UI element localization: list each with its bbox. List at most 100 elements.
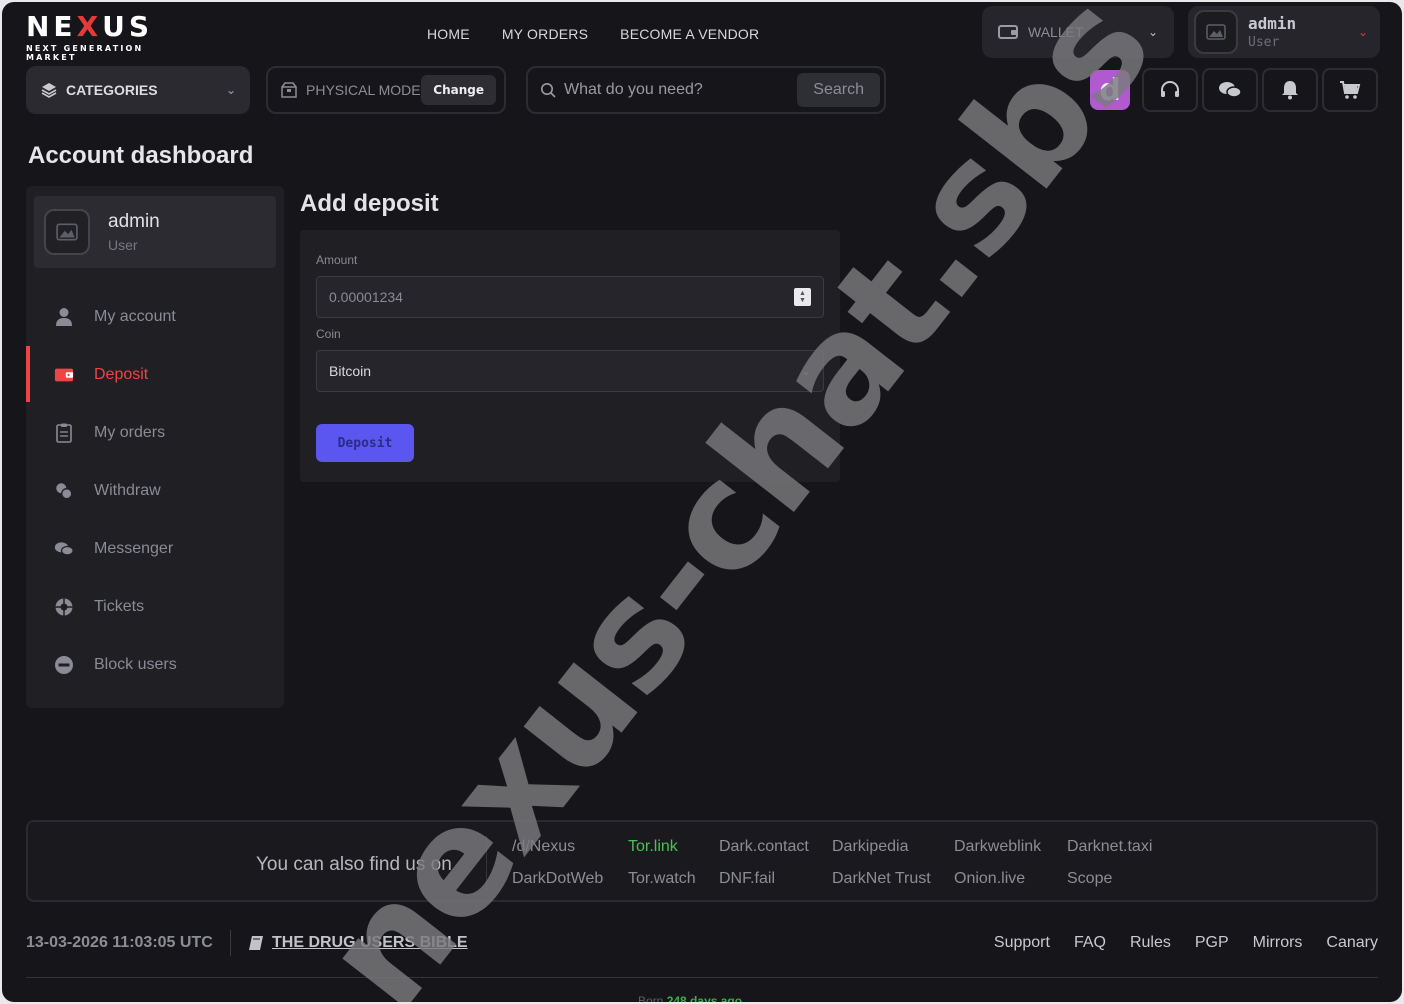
footer-link-pgp[interactable]: PGP [1195,934,1229,952]
sidebar-user-card: admin User [34,196,276,268]
link-darkipedia[interactable]: Darkipedia [832,838,908,856]
mode-label: PHYSICAL MODE [306,82,421,98]
search-icon [541,83,556,98]
footer-link-mirrors[interactable]: Mirrors [1253,934,1303,952]
number-stepper-icon[interactable]: ▲ ▼ [794,288,811,306]
link-dark-contact[interactable]: Dark.contact [719,838,809,856]
link-scope[interactable]: Scope [1067,870,1112,888]
site-age: Born 248 days ago [638,994,743,1002]
bottom-bar: 13-03-2026 11:03:05 UTC THE DRUG USERS B… [26,930,1378,956]
nav-home[interactable]: HOME [427,26,470,42]
link-darknet-trust[interactable]: DarkNet Trust [832,870,931,888]
mode-switcher: PHYSICAL MODE Change [266,66,506,114]
user-role: User [1248,35,1280,50]
coins-icon [54,481,74,501]
categories-dropdown[interactable]: CATEGORIES ⌄ [26,66,250,114]
avatar [1194,10,1238,54]
dread-logo-icon: d [1090,70,1130,110]
footer-link-faq[interactable]: FAQ [1074,934,1106,952]
app-window: NEXUS NEXT GENERATION MARKET HOME MY ORD… [2,2,1402,1002]
search-input[interactable] [564,81,798,99]
coin-label: Coin [316,327,341,341]
chevron-down-icon: ⌄ [225,83,236,97]
footer-links: Support FAQ Rules PGP Mirrors Canary [994,934,1378,952]
footer-link-canary[interactable]: Canary [1326,934,1378,952]
link-dnf-fail[interactable]: DNF.fail [719,870,775,888]
user-icon [54,307,74,327]
search-button[interactable]: Search [797,73,880,107]
coin-select[interactable]: Bitcoin ⌄ [316,350,824,392]
sidebar-item-block-users[interactable]: Block users [26,636,284,694]
sidebar-item-deposit[interactable]: Deposit [26,346,284,404]
link-darkweblink[interactable]: Darkweblink [954,838,1041,856]
notifications-button[interactable] [1262,68,1318,112]
amount-input[interactable]: 0.00001234 ▲ ▼ [316,276,824,318]
search-bar: Search [526,66,886,114]
amount-label: Amount [316,253,358,267]
divider [486,836,487,890]
sidebar-item-my-account[interactable]: My account [26,288,284,346]
messages-button[interactable] [1202,68,1258,112]
coin-selected-value: Bitcoin [329,363,372,379]
account-sidebar: admin User My account Deposit My orders … [26,186,284,708]
footer-link-support[interactable]: Support [994,934,1050,952]
footer-link-rules[interactable]: Rules [1130,934,1171,952]
change-mode-button[interactable]: Change [421,75,496,105]
nav-become-vendor[interactable]: BECOME A VENDOR [620,26,759,42]
layers-icon [41,83,57,98]
find-us-label: You can also find us on [256,854,452,875]
deposit-button[interactable]: Deposit [316,424,414,462]
wallet-icon [998,25,1018,39]
link-d-nexus[interactable]: /d/Nexus [512,838,575,856]
box-icon [281,82,297,98]
amount-placeholder: 0.00001234 [329,289,403,305]
find-us-box: You can also find us on /d/Nexus Tor.lin… [26,820,1378,902]
top-nav: HOME MY ORDERS BECOME A VENDOR [427,26,759,42]
link-tor-link[interactable]: Tor.link [628,838,678,856]
bell-icon [1282,81,1298,100]
link-tor-watch[interactable]: Tor.watch [628,870,696,888]
support-button[interactable] [1142,68,1198,112]
divider [230,930,231,956]
link-darknet-taxi[interactable]: Darknet.taxi [1067,838,1152,856]
site-logo[interactable]: NEXUS NEXT GENERATION MARKET [26,10,196,63]
logo-tagline: NEXT GENERATION MARKET [26,44,144,62]
headset-icon [1161,81,1179,97]
wallet-dropdown[interactable]: WALLET ⌄ [982,6,1174,58]
chevron-down-icon: ⌄ [800,364,811,378]
lifebuoy-icon [54,597,74,617]
image-placeholder-icon [56,223,78,241]
chevron-down-icon: ⌄ [1147,25,1158,39]
categories-label: CATEGORIES [66,82,158,98]
sidebar-menu: My account Deposit My orders Withdraw Me… [26,288,284,694]
logo-wordmark: NEXUS [26,10,154,43]
deposit-title: Add deposit [300,190,439,217]
nav-my-orders[interactable]: MY ORDERS [502,26,588,42]
sidebar-item-my-orders[interactable]: My orders [26,404,284,462]
page-title: Account dashboard [28,142,254,169]
sidebar-item-withdraw[interactable]: Withdraw [26,462,284,520]
deposit-form: Amount 0.00001234 ▲ ▼ Coin Bitcoin ⌄ Depo… [300,230,840,482]
avatar [44,209,90,255]
user-name: admin [1248,14,1297,33]
cart-button[interactable] [1322,68,1378,112]
sidebar-item-tickets[interactable]: Tickets [26,578,284,636]
image-placeholder-icon [1206,24,1226,40]
user-menu[interactable]: admin User ⌄ [1188,6,1380,58]
sidebar-item-messenger[interactable]: Messenger [26,520,284,578]
chat-icon [54,539,74,559]
divider [26,977,1378,978]
book-icon [249,936,263,950]
wallet-icon [54,365,74,385]
drug-users-bible-link[interactable]: THE DRUG USERS BIBLE [248,934,468,952]
wallet-label: WALLET [1028,24,1084,40]
sidebar-user-name: admin [108,211,160,232]
chevron-down-icon: ⌄ [1357,25,1368,39]
header-icon-buttons: d [1082,68,1378,112]
link-darkdotweb[interactable]: DarkDotWeb [512,870,603,888]
dread-link-button[interactable]: d [1082,68,1138,112]
block-icon [54,655,74,675]
sidebar-user-role: User [108,237,138,253]
clipboard-icon [54,423,74,443]
link-onion-live[interactable]: Onion.live [954,870,1025,888]
